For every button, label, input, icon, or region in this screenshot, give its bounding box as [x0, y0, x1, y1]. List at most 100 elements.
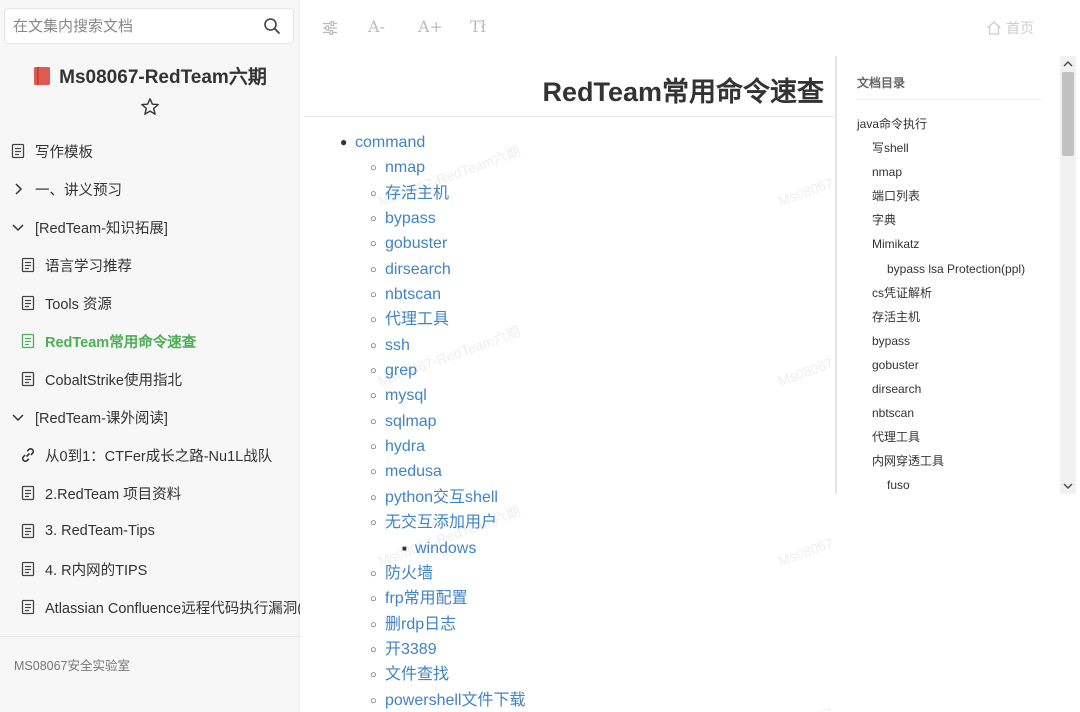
- article-link[interactable]: 防火墙: [385, 565, 433, 582]
- sidebar-item[interactable]: Tools 资源: [0, 284, 300, 322]
- doc-icon: [20, 295, 36, 311]
- article-list-item: ○ sqlmap: [340, 409, 526, 434]
- book-header: Ms08067-RedTeam六期: [0, 62, 300, 117]
- article-list: ● command ○ nmap ○ 存活主机 ○ bypass ○ gobuster ○ dirse…: [340, 130, 526, 712]
- article-list-item: ○ powershell文件下载: [340, 688, 526, 712]
- toc-item[interactable]: Mimikatz: [837, 232, 1060, 256]
- article-link[interactable]: ssh: [385, 337, 410, 354]
- toc-item[interactable]: fuso: [837, 473, 1060, 494]
- reader-toolbar: A- A+ Tł 首页: [300, 0, 1080, 56]
- watermark: Ms08067-RedTeam六期: [775, 672, 834, 712]
- sidebar: Ms08067-RedTeam六期 写作模板一、讲义预习 [RedTeam-知识拓…: [0, 0, 300, 712]
- scroll-thumb[interactable]: [1062, 72, 1074, 156]
- toc-item[interactable]: gobuster: [837, 353, 1060, 377]
- sidebar-item[interactable]: 从0到1：CTFer成长之路-Nu1L战队: [0, 436, 300, 474]
- article-link[interactable]: frp常用配置: [385, 590, 468, 607]
- sidebar-item[interactable]: [RedTeam-知识拓展]: [0, 208, 300, 246]
- toc-item[interactable]: 存活主机: [837, 305, 1060, 329]
- article-list-item: ○ python交互shell: [340, 485, 526, 510]
- article-link[interactable]: 无交互添加用户: [385, 514, 497, 531]
- toc-item[interactable]: 代理工具: [837, 425, 1060, 449]
- list-bullet: ○: [370, 618, 377, 631]
- sidebar-item[interactable]: 一、讲义预习: [0, 170, 300, 208]
- article-link[interactable]: sqlmap: [385, 413, 437, 430]
- article-list-item: ○ 防火墙: [340, 561, 526, 586]
- sidebar-footer[interactable]: MS08067安全实验室: [0, 636, 300, 674]
- article-link[interactable]: gobuster: [385, 235, 447, 252]
- toc-item[interactable]: bypass lsa Protection(ppl): [837, 257, 1060, 281]
- sidebar-item[interactable]: CobaltStrike使用指北: [0, 360, 300, 398]
- article-link[interactable]: dirsearch: [385, 261, 451, 278]
- article-link[interactable]: grep: [385, 362, 417, 379]
- article-link[interactable]: command: [355, 134, 425, 151]
- watermark: Ms08067-RedTeam六期: [775, 322, 834, 390]
- sidebar-item[interactable]: 2.RedTeam 项目资料: [0, 474, 300, 512]
- toc-item[interactable]: cs凭证解析: [837, 281, 1060, 305]
- sidebar-item[interactable]: 写作模板: [0, 132, 300, 170]
- toc-item[interactable]: nbtscan: [837, 401, 1060, 425]
- scroll-up-icon[interactable]: [1060, 56, 1076, 72]
- toc-item[interactable]: java命令执行: [837, 112, 1060, 136]
- toc-item[interactable]: 写shell: [837, 136, 1060, 160]
- doc-icon: [20, 333, 36, 349]
- article-list-item: ○ 文件查找: [340, 662, 526, 687]
- toc-item[interactable]: 端口列表: [837, 184, 1060, 208]
- sliders-icon[interactable]: [322, 20, 338, 36]
- sidebar-item-label: CobaltStrike使用指北: [45, 372, 182, 389]
- article-link[interactable]: mysql: [385, 387, 427, 404]
- search-icon[interactable]: [263, 17, 281, 35]
- sidebar-item-label: 3. RedTeam-Tips: [45, 523, 155, 539]
- sidebar-item[interactable]: Atlassian Confluence远程代码执行漏洞(C: [0, 588, 300, 626]
- search-input[interactable]: [5, 9, 255, 43]
- article-link[interactable]: 开3389: [385, 641, 437, 658]
- toc-item[interactable]: 内网穿透工具: [837, 449, 1060, 473]
- article-link[interactable]: 删rdp日志: [385, 616, 456, 633]
- list-bullet: ○: [370, 162, 377, 175]
- article-link[interactable]: 存活主机: [385, 185, 449, 202]
- article-link[interactable]: hydra: [385, 438, 425, 455]
- article-list-item: ● command: [340, 130, 526, 155]
- article-link[interactable]: nmap: [385, 159, 425, 176]
- toc-item[interactable]: dirsearch: [837, 377, 1060, 401]
- article-link[interactable]: bypass: [385, 210, 436, 227]
- article-list-item: ○ bypass: [340, 206, 526, 231]
- article-list-item: ○ dirsearch: [340, 257, 526, 282]
- sidebar-item[interactable]: 4. R内网的TIPS: [0, 550, 300, 588]
- star-icon[interactable]: [140, 97, 160, 117]
- home-link[interactable]: 首页: [986, 18, 1034, 38]
- toc-item[interactable]: bypass: [837, 329, 1060, 353]
- toc-title: 文档目录: [857, 76, 906, 90]
- sidebar-item-label: 2.RedTeam 项目资料: [45, 486, 182, 503]
- font-increase-button[interactable]: A+: [418, 17, 443, 36]
- article-list-item: ■ windows: [340, 536, 526, 561]
- sidebar-item[interactable]: [RedTeam-课外阅读]: [0, 398, 300, 436]
- article-link[interactable]: windows: [415, 540, 476, 557]
- article-list-item: ○ nbtscan: [340, 282, 526, 307]
- list-bullet: ○: [370, 517, 377, 530]
- article-link[interactable]: powershell文件下载: [385, 692, 526, 709]
- article-link[interactable]: python交互shell: [385, 489, 498, 506]
- article-link[interactable]: medusa: [385, 463, 442, 480]
- sidebar-item-label: RedTeam常用命令速查: [45, 334, 197, 351]
- article-list-item: ○ 删rdp日志: [340, 612, 526, 637]
- sidebar-item[interactable]: RedTeam常用命令速查: [0, 322, 300, 360]
- doc-icon: [20, 485, 36, 501]
- toc-scrollbar[interactable]: [1060, 56, 1076, 494]
- article-list-item: ○ grep: [340, 358, 526, 383]
- sidebar-item[interactable]: 语言学习推荐: [0, 246, 300, 284]
- sidebar-item[interactable]: 3. RedTeam-Tips: [0, 512, 300, 550]
- font-toggle-button[interactable]: Tł: [470, 17, 486, 36]
- list-bullet: ○: [370, 694, 377, 707]
- article-link[interactable]: nbtscan: [385, 286, 441, 303]
- scroll-down-icon[interactable]: [1060, 478, 1076, 494]
- book-icon: [34, 66, 51, 85]
- toc-item[interactable]: nmap: [837, 160, 1060, 184]
- toc-item[interactable]: 字典: [837, 208, 1060, 232]
- book-title[interactable]: Ms08067-RedTeam六期: [59, 62, 267, 89]
- article-link[interactable]: 代理工具: [385, 311, 449, 328]
- list-bullet: ○: [370, 669, 377, 682]
- font-decrease-button[interactable]: A-: [368, 17, 385, 36]
- article-list-item: ○ nmap: [340, 155, 526, 180]
- article-link[interactable]: 文件查找: [385, 666, 449, 683]
- list-bullet: ■: [402, 543, 407, 553]
